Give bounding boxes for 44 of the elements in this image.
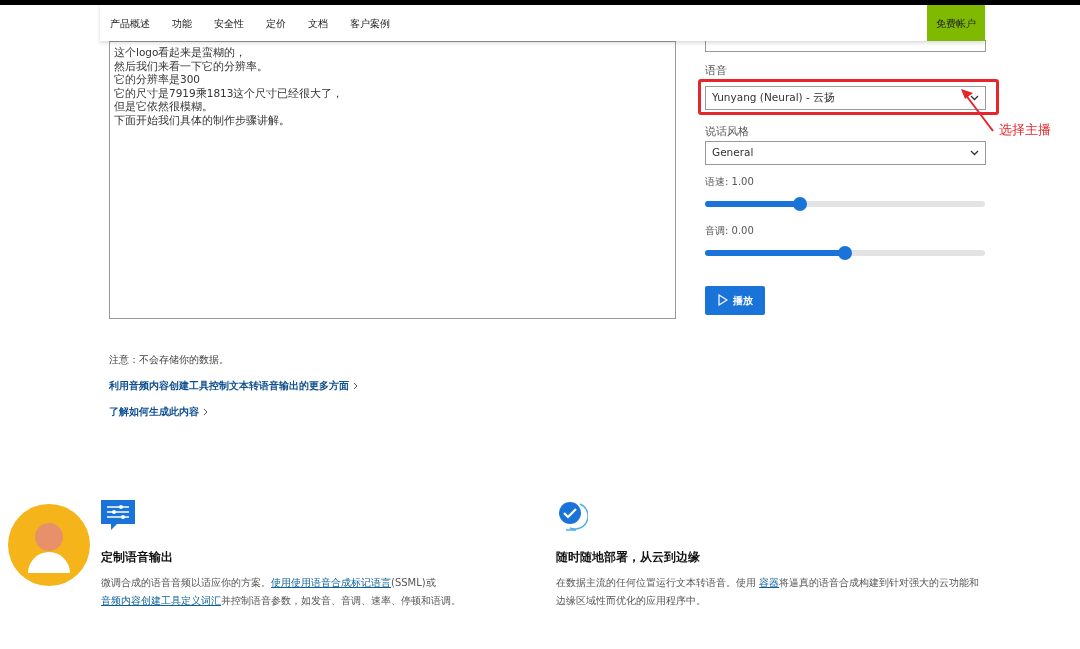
nav-link[interactable]: 功能 bbox=[172, 15, 192, 31]
text-line: 它的分辨率是300 bbox=[114, 73, 202, 87]
pitch-slider[interactable] bbox=[705, 245, 985, 260]
text-line: 但是它依然很模糊。 bbox=[114, 100, 214, 114]
more-info-link[interactable]: 利用音频内容创建工具控制文本转语音输出的更多方面 bbox=[109, 378, 358, 393]
free-account-button[interactable]: 免费帐户 bbox=[927, 5, 985, 41]
more-info-link[interactable]: 了解如何生成此内容 bbox=[109, 404, 208, 419]
voice-select[interactable]: Yunyang (Neural) - 云扬 bbox=[705, 86, 986, 110]
nav-link[interactable]: 定价 bbox=[266, 15, 286, 31]
rate-slider[interactable] bbox=[705, 196, 985, 211]
feature-description: 在数据主流的任何位置运行文本转语音。使用 容器将逼真的语音合成构建到针对强大的云功能和边缘区域性而优化的应用程序中。 bbox=[556, 576, 981, 608]
play-icon bbox=[717, 294, 728, 306]
annotation-text: 选择主播 bbox=[999, 121, 1051, 139]
feature-title: 随时随地部署，从云到边缘 bbox=[556, 549, 700, 566]
inline-link[interactable]: 容器 bbox=[759, 577, 780, 588]
chevron-down-icon bbox=[970, 149, 979, 156]
nav-link[interactable]: 安全性 bbox=[214, 15, 244, 31]
play-button[interactable]: 播放 bbox=[705, 285, 765, 315]
nav-link[interactable]: 客户案例 bbox=[350, 15, 390, 31]
nav-link[interactable]: 文档 bbox=[308, 15, 328, 31]
globe-check-icon bbox=[556, 500, 588, 532]
field-label: 说话风格 bbox=[705, 124, 749, 140]
feature-description: 微调合成的语音音频以适应你的方案。使用使用语音合成标记语言(SSML)或 音频内容创建工具定义词汇并控制语音参数，如发音、音调、速率、停顿和语调。 bbox=[101, 576, 462, 608]
privacy-note: 注意：不会存储你的数据。 bbox=[109, 353, 229, 367]
field-label: 语音 bbox=[705, 64, 727, 77]
inline-link[interactable]: 使用使用语音合成标记语言 bbox=[271, 577, 391, 588]
text-line: 这个logo看起来是蛮糊的， bbox=[114, 46, 248, 60]
text-line: 然后我们来看一下它的分辨率。 bbox=[114, 59, 269, 73]
slider-thumb[interactable] bbox=[838, 245, 852, 260]
chevron-right-icon bbox=[353, 381, 358, 390]
nav-link[interactable]: 产品概述 bbox=[110, 15, 150, 31]
annotation-arrow bbox=[959, 88, 995, 132]
pitch-label: 音调: 0.00 bbox=[705, 223, 754, 238]
sliders-icon bbox=[101, 500, 135, 532]
rate-label: 语速: 1.00 bbox=[705, 174, 754, 189]
text-line: 下面开始我们具体的制作步骤讲解。 bbox=[114, 113, 291, 127]
inline-link[interactable]: 音频内容创建工具定义词汇 bbox=[101, 595, 221, 606]
text-line: 它的尺寸是7919乘1813这个尺寸已经很大了， bbox=[114, 86, 345, 100]
select-field[interactable] bbox=[705, 40, 986, 52]
feature-title: 定制语音输出 bbox=[101, 549, 173, 566]
slider-thumb[interactable] bbox=[793, 196, 808, 211]
style-select[interactable]: General bbox=[705, 140, 986, 165]
text-input-area[interactable]: 这个logo看起来是蛮糊的， 然后我们来看一下它的分辨率。 它的分辨率是300 它的尺寸是7919乘1813这个尺寸已经很大了， 但是它依然很模糊。 下面开始我们具体的制作步骤讲解。 bbox=[109, 41, 676, 319]
chevron-right-icon bbox=[203, 407, 208, 416]
